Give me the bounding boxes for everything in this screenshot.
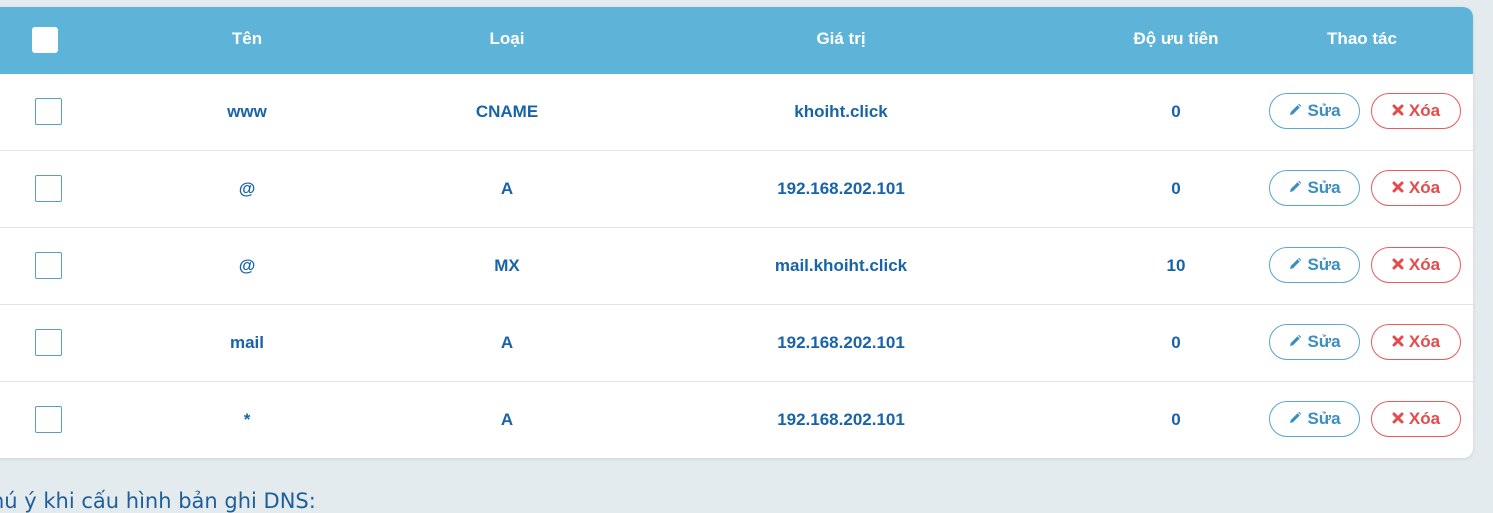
record-type: CNAME (475, 102, 539, 121)
record-name: * (243, 410, 251, 429)
record-value: khoiht.click (794, 102, 888, 121)
edit-button[interactable]: Sửa (1269, 247, 1360, 283)
edit-label: Sửa (1307, 409, 1341, 428)
x-icon (1392, 104, 1404, 115)
pencil-icon (1290, 103, 1302, 115)
table-row: www CNAME khoiht.click 0 Sửa Xóa (0, 74, 1473, 151)
header-actions: Thao tác (1327, 29, 1397, 48)
row-checkbox[interactable] (35, 406, 62, 433)
row-checkbox[interactable] (35, 98, 62, 125)
table-row: @ MX mail.khoiht.click 10 Sửa Xóa (0, 228, 1473, 305)
record-name: @ (238, 179, 256, 198)
row-checkbox[interactable] (35, 175, 62, 202)
record-value: 192.168.202.101 (777, 179, 905, 198)
delete-button[interactable]: Xóa (1371, 93, 1461, 129)
record-name: www (227, 102, 267, 121)
x-icon (1392, 412, 1404, 423)
edit-button[interactable]: Sửa (1269, 324, 1360, 360)
edit-label: Sửa (1307, 255, 1341, 274)
edit-button[interactable]: Sửa (1269, 93, 1360, 129)
pencil-icon (1290, 257, 1302, 269)
dns-records-table: Tên Loại Giá trị Độ ưu tiên Thao tác www… (0, 7, 1473, 458)
table-header: Tên Loại Giá trị Độ ưu tiên Thao tác (0, 7, 1473, 74)
record-priority: 10 (1166, 256, 1186, 275)
edit-label: Sửa (1307, 178, 1341, 197)
record-type: A (500, 179, 514, 198)
table-row: mail A 192.168.202.101 0 Sửa Xóa (0, 305, 1473, 382)
delete-button[interactable]: Xóa (1371, 170, 1461, 206)
record-type: A (500, 333, 514, 352)
delete-label: Xóa (1408, 409, 1441, 428)
pencil-icon (1290, 334, 1302, 346)
edit-button[interactable]: Sửa (1269, 170, 1360, 206)
delete-label: Xóa (1408, 255, 1441, 274)
pencil-icon (1290, 180, 1302, 192)
edit-button[interactable]: Sửa (1269, 401, 1360, 437)
record-priority: 0 (1171, 102, 1181, 121)
header-priority: Độ ưu tiên (1133, 29, 1219, 48)
record-value: 192.168.202.101 (777, 410, 905, 429)
record-priority: 0 (1171, 179, 1181, 198)
delete-button[interactable]: Xóa (1371, 324, 1461, 360)
header-name: Tên (231, 29, 263, 48)
record-type: A (500, 410, 514, 429)
delete-button[interactable]: Xóa (1371, 247, 1461, 283)
record-value: mail.khoiht.click (774, 256, 908, 275)
select-all-checkbox[interactable] (32, 27, 58, 53)
record-priority: 0 (1171, 333, 1181, 352)
pencil-icon (1290, 411, 1302, 423)
dns-config-note-heading: hú ý khi cấu hình bản ghi DNS: (0, 489, 316, 513)
row-checkbox[interactable] (35, 329, 62, 356)
delete-label: Xóa (1408, 332, 1441, 351)
edit-label: Sửa (1307, 332, 1341, 351)
header-value: Giá trị (816, 29, 866, 48)
delete-label: Xóa (1408, 101, 1441, 120)
delete-label: Xóa (1408, 178, 1441, 197)
record-value: 192.168.202.101 (777, 333, 905, 352)
record-name: @ (238, 256, 256, 275)
row-checkbox[interactable] (35, 252, 62, 279)
edit-label: Sửa (1307, 101, 1341, 120)
delete-button[interactable]: Xóa (1371, 401, 1461, 437)
record-type: MX (494, 256, 520, 275)
x-icon (1392, 335, 1404, 346)
table-row: * A 192.168.202.101 0 Sửa Xóa (0, 382, 1473, 458)
header-type: Loại (489, 29, 525, 48)
x-icon (1392, 258, 1404, 269)
record-priority: 0 (1171, 410, 1181, 429)
table-row: @ A 192.168.202.101 0 Sửa Xóa (0, 151, 1473, 228)
x-icon (1392, 181, 1404, 192)
record-name: mail (229, 333, 265, 352)
